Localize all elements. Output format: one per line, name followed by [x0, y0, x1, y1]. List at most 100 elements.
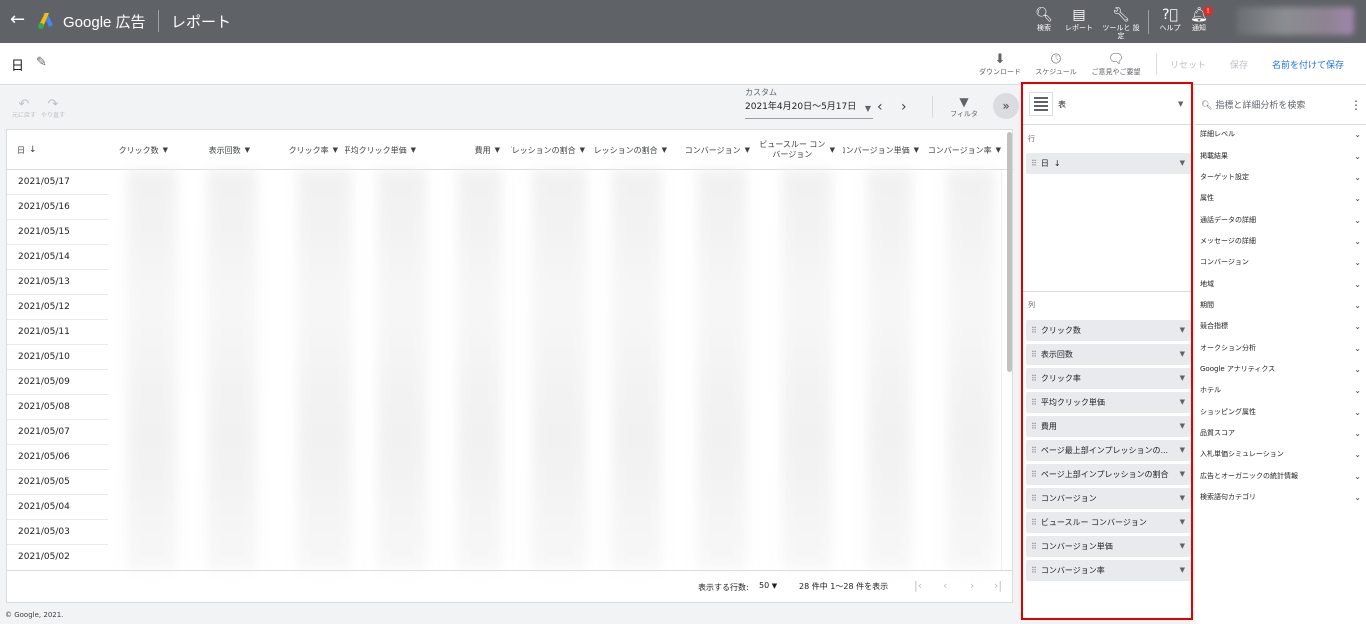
metrics-search[interactable]: 🔍︎ 指標と詳細分析を検索	[1201, 98, 1305, 111]
last-page-icon[interactable]: ›|	[994, 579, 1002, 592]
notifications-button[interactable]: 🔔︎ ! 通知	[1177, 6, 1221, 32]
download-button[interactable]: ⬇ ダウンロード	[972, 52, 1028, 77]
dimension-category[interactable]: ターゲット設定 ⌄	[1200, 167, 1363, 188]
dropdown-icon[interactable]: ▼	[1180, 512, 1185, 533]
column-chip[interactable]: ⠿ コンバージョン単価 ▼	[1026, 536, 1191, 557]
save-as-button[interactable]: 名前を付けて保存	[1272, 58, 1344, 71]
dimension-category[interactable]: メッセージの詳細 ⌄	[1200, 231, 1363, 252]
column-chip[interactable]: ⠿ コンバージョン ▼	[1026, 488, 1191, 509]
previous-page-icon[interactable]: ‹	[943, 579, 947, 592]
previous-period-icon[interactable]: ‹	[877, 99, 883, 115]
redo-button[interactable]: ↷ やり直す	[41, 98, 65, 120]
drag-handle-icon[interactable]: ⠿	[1031, 542, 1037, 551]
table-scrollbar[interactable]	[1007, 132, 1012, 372]
more-options-icon[interactable]: ⋮	[1350, 98, 1362, 112]
dimension-category[interactable]: 競合指標 ⌄	[1200, 316, 1363, 337]
column-header[interactable]: 表示回数 ▼	[188, 138, 250, 162]
dimension-category[interactable]: 広告とオーガニックの統計情報 ⌄	[1200, 466, 1363, 487]
column-header-date[interactable]: 日 ↓	[17, 138, 67, 162]
rows-per-page-select[interactable]: 50 ▼	[759, 581, 777, 590]
dropdown-icon[interactable]: ▼	[1180, 392, 1185, 413]
dimension-category[interactable]: 期間 ⌄	[1200, 295, 1363, 316]
column-chip[interactable]: ⠿ コンバージョン率 ▼	[1026, 560, 1191, 581]
column-header[interactable]: クリック率 ▼	[268, 138, 338, 162]
filter-button[interactable]: ▼ フィルタ	[944, 95, 984, 119]
dropdown-icon[interactable]: ▼	[1180, 488, 1185, 509]
column-header[interactable]: ビュースルー コンバージョン ▼	[759, 138, 835, 162]
schedule-button[interactable]: 🕓︎ スケジュール	[1028, 52, 1084, 77]
next-page-icon[interactable]: ›	[970, 579, 974, 592]
dropdown-icon[interactable]: ▼	[1180, 464, 1185, 485]
dimension-category[interactable]: 通話データの詳細 ⌄	[1200, 210, 1363, 231]
column-header[interactable]: コンバージョン単価 ▼	[843, 138, 919, 162]
first-page-icon[interactable]: |‹	[914, 579, 922, 592]
column-chip[interactable]: ⠿ ページ最上部インプレッションの... ▼	[1026, 440, 1191, 461]
column-header[interactable]: クリック数 ▼	[108, 138, 168, 162]
drag-handle-icon[interactable]: ⠿	[1031, 446, 1037, 455]
column-header[interactable]: インプレッションの割合▼	[511, 138, 585, 162]
edit-pencil-icon[interactable]: ✎	[36, 55, 47, 70]
dropdown-icon[interactable]: ▼	[1180, 416, 1185, 437]
drag-handle-icon[interactable]: ⠿	[1031, 159, 1037, 168]
dimension-category[interactable]: コンバージョン ⌄	[1200, 252, 1363, 273]
dimension-category[interactable]: 詳細レベル ⌄	[1200, 124, 1363, 145]
drag-handle-icon[interactable]: ⠿	[1031, 494, 1037, 503]
date-range-label: カスタム	[745, 88, 777, 97]
dropdown-icon[interactable]: ▼	[1180, 560, 1185, 581]
drag-handle-icon[interactable]: ⠿	[1031, 518, 1037, 527]
drag-handle-icon[interactable]: ⠿	[1031, 422, 1037, 431]
reports-button[interactable]: ▤ レポート	[1057, 6, 1101, 32]
dropdown-icon[interactable]: ▼	[1180, 153, 1185, 174]
dropdown-icon[interactable]: ▼	[1180, 536, 1185, 557]
rows-per-page-label: 表示する行数:	[698, 583, 749, 592]
table-type-icon[interactable]	[1029, 92, 1053, 116]
column-chip[interactable]: ⠿ ビュースルー コンバージョン ▼	[1026, 512, 1191, 533]
visualization-type[interactable]: 表	[1058, 99, 1066, 110]
dimension-category[interactable]: 検索語句カテゴリ ⌄	[1200, 487, 1363, 508]
column-chip[interactable]: ⠿ 費用 ▼	[1026, 416, 1191, 437]
drag-handle-icon[interactable]: ⠿	[1031, 374, 1037, 383]
drag-handle-icon[interactable]: ⠿	[1031, 566, 1037, 575]
column-chip[interactable]: ⠿ ページ上部インプレッションの割合 ▼	[1026, 464, 1191, 485]
dropdown-icon[interactable]: ▼	[1180, 320, 1185, 341]
column-header[interactable]: コンバージョン率 ▼	[927, 138, 1001, 162]
drag-handle-icon[interactable]: ⠿	[1031, 326, 1037, 335]
drag-handle-icon[interactable]: ⠿	[1031, 350, 1037, 359]
account-info[interactable]	[1236, 7, 1354, 35]
redo-icon: ↷	[47, 97, 59, 112]
dropdown-icon[interactable]: ▼	[1180, 440, 1185, 461]
dimension-category[interactable]: オークション分析 ⌄	[1200, 338, 1363, 359]
tools-button[interactable]: 🔧︎ ツールと 設定	[1099, 6, 1143, 40]
dimension-category[interactable]: 掲載結果 ⌄	[1200, 146, 1363, 167]
dropdown-icon[interactable]: ▼	[1178, 100, 1183, 108]
column-chip[interactable]: ⠿ クリック数 ▼	[1026, 320, 1191, 341]
column-header[interactable]: コンバージョン ▼	[675, 138, 750, 162]
table-row: 2021/05/06	[7, 445, 108, 470]
column-chip[interactable]: ⠿ 表示回数 ▼	[1026, 344, 1191, 365]
collapse-panel-button[interactable]: »	[993, 93, 1019, 119]
undo-button[interactable]: ↶ 元に戻す	[12, 98, 36, 120]
row-chip-day[interactable]: ⠿ 日 ↓ ▼	[1026, 153, 1191, 174]
date-range-selector[interactable]: カスタム 2021年4月20日～5月17日 ▼	[745, 87, 873, 119]
column-chip[interactable]: ⠿ 平均クリック単価 ▼	[1026, 392, 1191, 413]
column-header[interactable]: インプレッションの割合▼	[595, 138, 667, 162]
dimension-category[interactable]: 属性 ⌄	[1200, 188, 1363, 209]
drag-handle-icon[interactable]: ⠿	[1031, 470, 1037, 479]
dimension-category[interactable]: ホテル ⌄	[1200, 380, 1363, 401]
dimension-category[interactable]: 品質スコア ⌄	[1200, 423, 1363, 444]
dimension-category[interactable]: Google アナリティクス ⌄	[1200, 359, 1363, 380]
dimension-category[interactable]: 入札単価シミュレーション ⌄	[1200, 444, 1363, 465]
column-header[interactable]: 費用 ▼	[455, 138, 500, 162]
feedback-button[interactable]: 🗨︎ ご意見やご要望	[1088, 52, 1144, 77]
dimension-category[interactable]: ショッピング属性 ⌄	[1200, 402, 1363, 423]
column-chip[interactable]: ⠿ クリック率 ▼	[1026, 368, 1191, 389]
drag-handle-icon[interactable]: ⠿	[1031, 398, 1037, 407]
dropdown-icon[interactable]: ▼	[1180, 344, 1185, 365]
save-button[interactable]: 保存	[1230, 58, 1248, 71]
back-arrow-icon[interactable]: ←	[10, 11, 25, 29]
next-period-icon[interactable]: ›	[901, 99, 907, 115]
reset-button[interactable]: リセット	[1170, 58, 1206, 71]
dropdown-icon[interactable]: ▼	[1180, 368, 1185, 389]
column-header[interactable]: 平均クリック単価 ▼	[345, 138, 416, 162]
dimension-category[interactable]: 地域 ⌄	[1200, 274, 1363, 295]
